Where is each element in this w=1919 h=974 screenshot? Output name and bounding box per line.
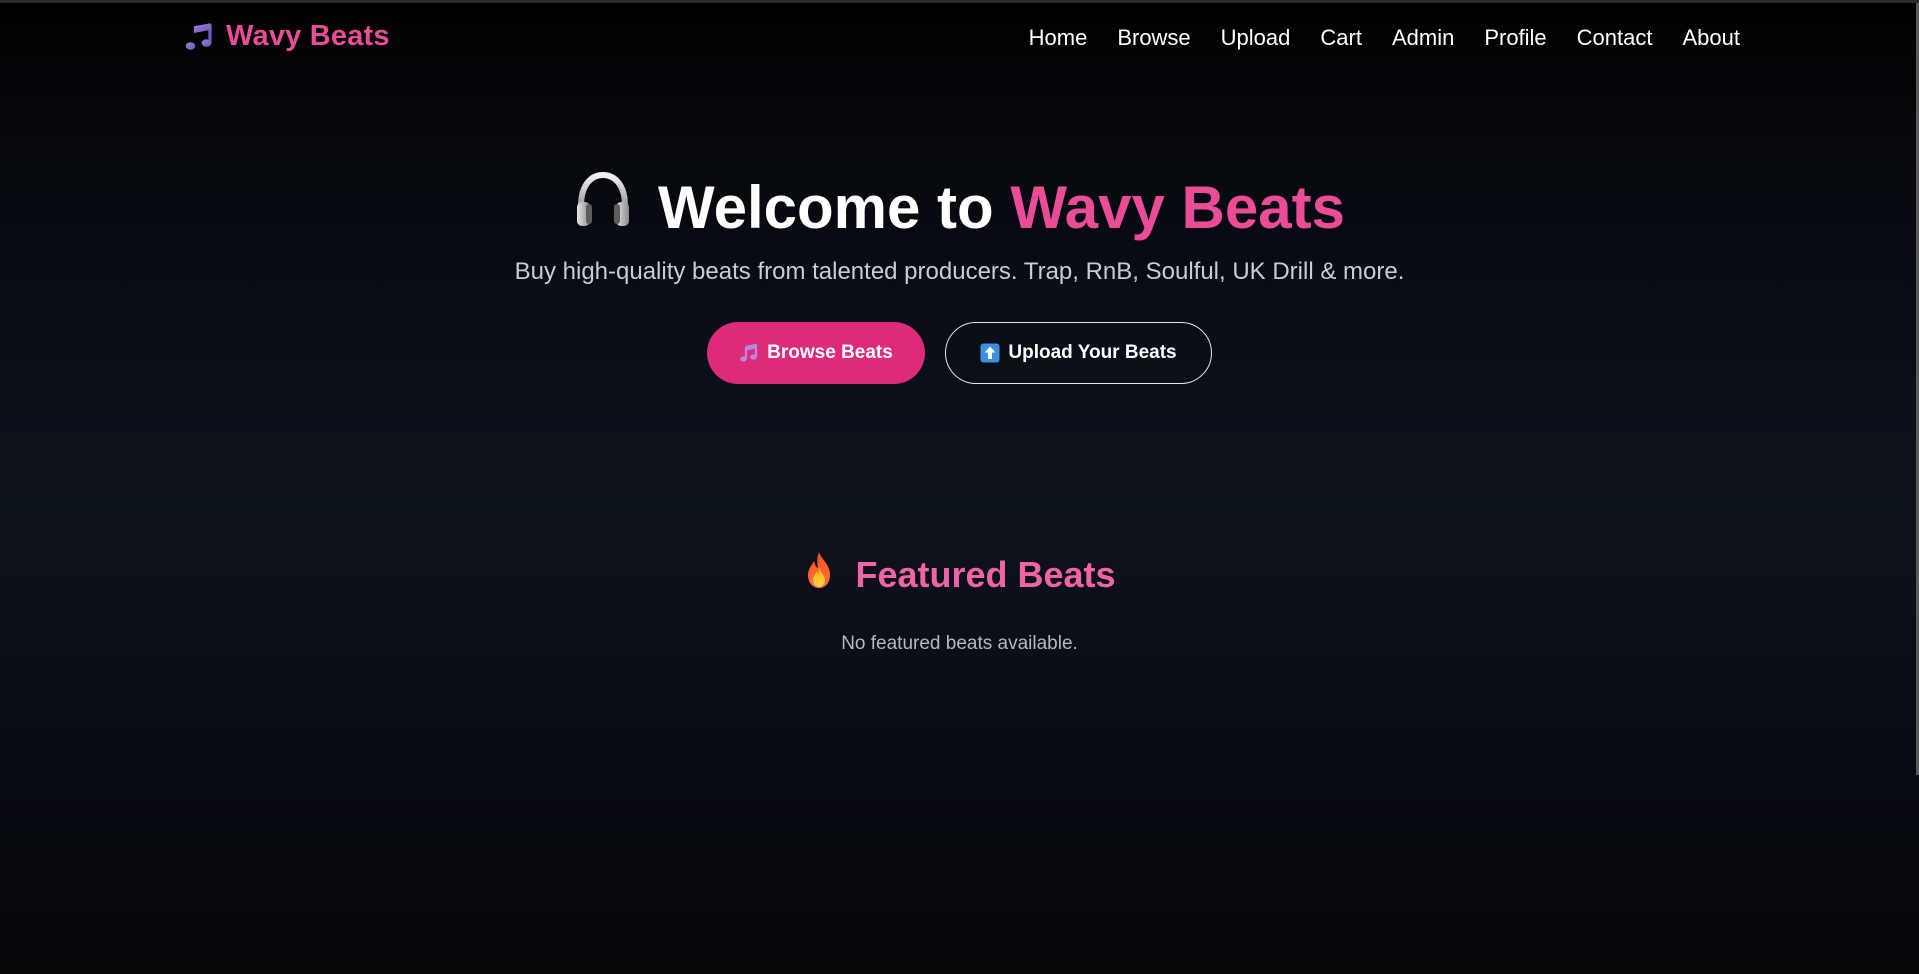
up-arrow-icon — [980, 343, 1000, 363]
fire-icon — [803, 550, 835, 599]
brand-logo[interactable]: Wavy Beats — [184, 20, 390, 53]
hero-subtitle: Buy high-quality beats from talented pro… — [514, 258, 1405, 285]
nav-link-admin[interactable]: Admin — [1392, 25, 1454, 51]
site-header: Wavy Beats Home Browse Upload Cart Admin… — [0, 3, 1919, 75]
hero-title-accent: Wavy Beats — [1010, 174, 1345, 241]
hero-title: Welcome to Wavy Beats — [574, 170, 1345, 246]
nav-link-home[interactable]: Home — [1029, 25, 1088, 51]
main-nav: Home Browse Upload Cart Admin Profile Co… — [1029, 25, 1740, 51]
nav-link-about[interactable]: About — [1683, 25, 1741, 51]
hero-actions: Browse Beats Upload Your Beats — [0, 322, 1919, 384]
hero-title-prefix: Welcome to — [658, 174, 994, 241]
featured-section: Featured Beats No featured beats availab… — [0, 550, 1919, 655]
upload-beats-label: Upload Your Beats — [1008, 342, 1177, 363]
featured-empty-message: No featured beats available. — [841, 633, 1078, 654]
browse-beats-button[interactable]: Browse Beats — [707, 322, 925, 384]
nav-link-cart[interactable]: Cart — [1320, 25, 1362, 51]
upload-beats-button[interactable]: Upload Your Beats — [945, 322, 1212, 384]
featured-title: Featured Beats — [803, 550, 1116, 599]
nav-link-upload[interactable]: Upload — [1221, 25, 1291, 51]
nav-link-browse[interactable]: Browse — [1117, 25, 1190, 51]
brand-name: Wavy Beats — [226, 20, 390, 52]
headphones-icon — [574, 170, 632, 246]
music-note-icon — [739, 343, 759, 363]
music-note-icon — [184, 22, 214, 52]
hero-section: Welcome to Wavy Beats Buy high-quality b… — [0, 170, 1919, 384]
browse-beats-label: Browse Beats — [767, 342, 893, 363]
featured-title-text: Featured Beats — [855, 553, 1116, 595]
nav-link-profile[interactable]: Profile — [1484, 25, 1546, 51]
nav-link-contact[interactable]: Contact — [1577, 25, 1653, 51]
